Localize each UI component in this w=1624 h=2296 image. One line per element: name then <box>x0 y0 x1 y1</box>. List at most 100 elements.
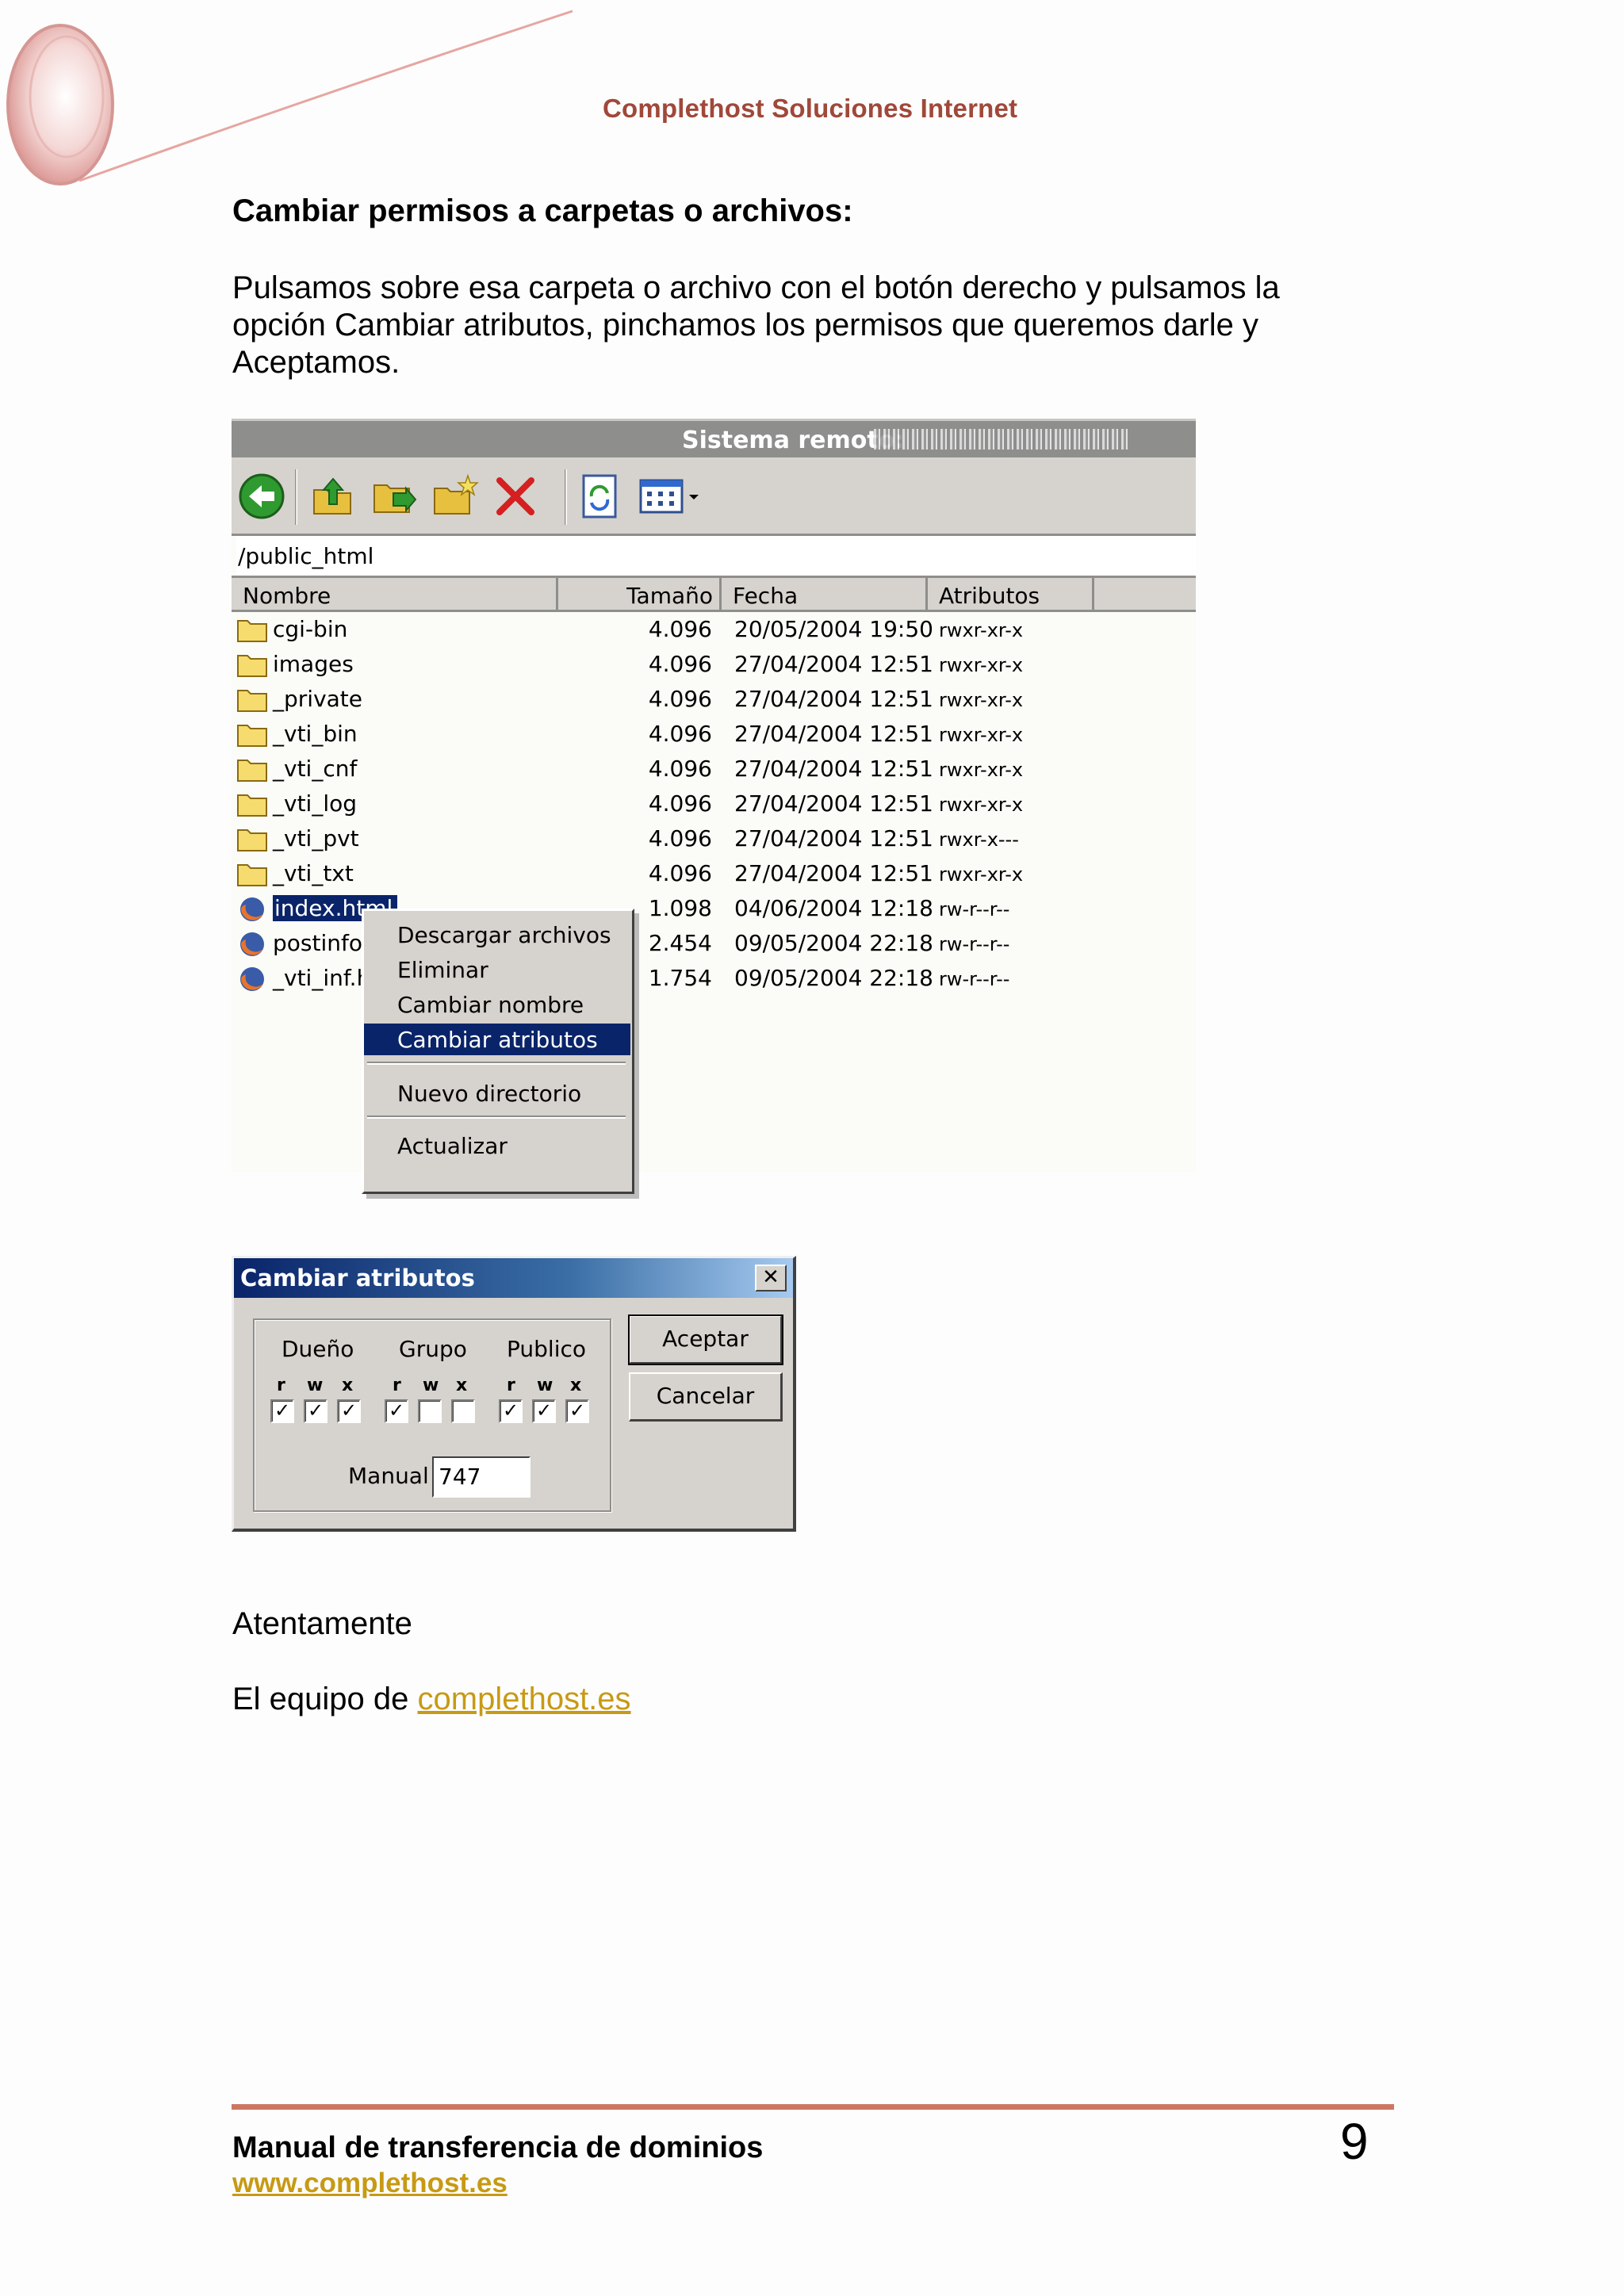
public-read-checkbox[interactable]: ✓ <box>499 1399 523 1423</box>
column-header-atributos[interactable]: Atributos <box>928 578 1094 610</box>
menu-separator <box>367 1062 626 1065</box>
cancel-button[interactable]: Cancelar <box>629 1372 783 1422</box>
dialog-title: Cambiar atributos <box>240 1265 475 1292</box>
public-execute-checkbox[interactable]: ✓ <box>565 1399 589 1423</box>
menu-item-eliminar[interactable]: Eliminar <box>364 954 630 985</box>
column-header-fecha[interactable]: Fecha <box>722 578 928 610</box>
folder-icon <box>237 655 267 677</box>
file-attributes: rwxr-xr-x <box>939 794 1024 816</box>
file-attributes: rwxr-xr-x <box>939 619 1024 641</box>
closing-greeting: Atentamente <box>232 1606 412 1641</box>
execute-letter: x <box>456 1376 468 1395</box>
signature-link[interactable]: complethost.es <box>418 1682 631 1716</box>
write-letter: w <box>307 1376 324 1395</box>
file-name: _vti_pvt <box>273 825 359 851</box>
signature-line: El equipo de complethost.es <box>232 1682 631 1717</box>
table-row[interactable]: _vti_pvt 4.096 27/04/2004 12:51 rwxr-x--… <box>232 822 1196 857</box>
table-row[interactable]: _vti_cnf 4.096 27/04/2004 12:51 rwxr-xr-… <box>232 752 1196 787</box>
cambiar-atributos-dialog: Cambiar atributos ✕ Dueño r w x ✓ ✓ ✓ Gr… <box>232 1256 796 1532</box>
folder-icon <box>237 690 267 712</box>
public-write-checkbox[interactable]: ✓ <box>532 1399 556 1423</box>
header-company: Complethost Soluciones Internet <box>603 94 1018 123</box>
menu-separator <box>367 1115 626 1119</box>
intro-paragraph: Pulsamos sobre esa carpeta o archivo con… <box>232 270 1280 380</box>
column-header-nombre[interactable]: Nombre <box>232 578 558 610</box>
folder-icon <box>237 864 267 886</box>
menu-item-descargar-archivos[interactable]: Descargar archivos <box>364 919 630 951</box>
group-read-checkbox[interactable]: ✓ <box>385 1399 408 1423</box>
file-size: 4.096 <box>648 721 712 747</box>
file-name: _vti_cnf <box>273 756 358 782</box>
group-label: Grupo <box>399 1336 467 1362</box>
file-size: 4.096 <box>648 651 712 677</box>
owner-read-checkbox[interactable]: ✓ <box>270 1399 294 1423</box>
execute-letter: x <box>342 1376 354 1395</box>
table-row[interactable]: images 4.096 27/04/2004 12:51 rwxr-xr-x <box>232 648 1196 683</box>
table-row[interactable]: cgi-bin 4.096 20/05/2004 19:50 rwxr-xr-x <box>232 613 1196 648</box>
view-grid-icon[interactable] <box>636 471 687 522</box>
page-number: 9 <box>1340 2113 1369 2170</box>
permissions-group: Dueño r w x ✓ ✓ ✓ Grupo r w x ✓ Publico … <box>253 1318 611 1512</box>
table-row[interactable]: _vti_txt 4.096 27/04/2004 12:51 rwxr-xr-… <box>232 857 1196 892</box>
file-date: 27/04/2004 12:51 <box>734 790 933 817</box>
ftp-client-window: Sistema remoto: /public_html Nombre Tama… <box>232 419 1196 1194</box>
firefox-html-icon <box>240 932 264 956</box>
owner-execute-checkbox[interactable]: ✓ <box>337 1399 361 1423</box>
group-execute-checkbox[interactable] <box>451 1399 475 1423</box>
file-size: 4.096 <box>648 790 712 817</box>
folder-move-icon[interactable] <box>370 471 420 522</box>
current-path[interactable]: /public_html <box>236 536 1196 576</box>
column-header-tamano[interactable]: Tamaño <box>558 578 722 610</box>
ftp-toolbar <box>232 460 1196 536</box>
table-row[interactable]: _private 4.096 27/04/2004 12:51 rwxr-xr-… <box>232 683 1196 718</box>
table-row[interactable]: _vti_bin 4.096 27/04/2004 12:51 rwxr-xr-… <box>232 718 1196 752</box>
refresh-icon[interactable] <box>576 471 626 522</box>
owner-write-checkbox[interactable]: ✓ <box>304 1399 327 1423</box>
folder-icon <box>237 725 267 747</box>
group-write-checkbox[interactable] <box>418 1399 442 1423</box>
menu-item-cambiar-nombre[interactable]: Cambiar nombre <box>364 989 630 1020</box>
back-arrow-icon[interactable] <box>236 471 287 522</box>
public-label: Publico <box>507 1336 586 1362</box>
manual-label: Manual <box>348 1463 429 1489</box>
accept-button[interactable]: Aceptar <box>628 1314 783 1365</box>
file-attributes: rwxr-x--- <box>939 828 1019 851</box>
owner-label: Dueño <box>282 1336 354 1362</box>
menu-item-actualizar[interactable]: Actualizar <box>364 1130 630 1161</box>
folder-up-icon[interactable] <box>308 471 358 522</box>
menu-item-nuevo-directorio[interactable]: Nuevo directorio <box>364 1077 630 1109</box>
firefox-html-icon <box>240 967 264 991</box>
toolbar-separator <box>565 469 567 525</box>
obscured-host-name <box>874 429 1128 450</box>
toolbar-separator <box>295 469 297 525</box>
delete-x-icon[interactable] <box>490 471 541 522</box>
manual-permissions-input[interactable]: 747 <box>432 1456 530 1498</box>
write-letter: w <box>423 1376 439 1395</box>
dropdown-arrow-icon[interactable] <box>682 471 706 522</box>
footer-link[interactable]: www.complethost.es <box>232 2168 508 2199</box>
folder-icon <box>237 760 267 782</box>
remote-system-title: Sistema remoto: <box>682 427 905 454</box>
close-icon[interactable]: ✕ <box>755 1265 787 1292</box>
file-date: 27/04/2004 12:51 <box>734 860 933 886</box>
table-row[interactable]: _vti_log 4.096 27/04/2004 12:51 rwxr-xr-… <box>232 787 1196 822</box>
file-attributes: rwxr-xr-x <box>939 724 1024 746</box>
write-letter: w <box>537 1376 553 1395</box>
complethost-logo <box>6 10 573 186</box>
file-name: _vti_bin <box>273 721 358 747</box>
file-size: 4.096 <box>648 686 712 712</box>
file-name: images <box>273 651 354 677</box>
file-attributes: rw-r--r-- <box>939 898 1010 920</box>
folder-icon <box>237 620 267 642</box>
new-folder-icon[interactable] <box>430 471 481 522</box>
menu-item-cambiar-atributos[interactable]: Cambiar atributos <box>364 1024 630 1055</box>
footer-title: Manual de transferencia de dominios <box>232 2131 764 2164</box>
file-attributes: rw-r--r-- <box>939 933 1010 955</box>
context-menu: Descargar archivos Eliminar Cambiar nomb… <box>362 909 634 1194</box>
file-date: 27/04/2004 12:51 <box>734 825 933 851</box>
file-attributes: rwxr-xr-x <box>939 689 1024 711</box>
file-size: 4.096 <box>648 756 712 782</box>
file-list-header: Nombre Tamaño Fecha Atributos <box>232 576 1196 612</box>
file-date: 27/04/2004 12:51 <box>734 686 933 712</box>
file-date: 27/04/2004 12:51 <box>734 721 933 747</box>
